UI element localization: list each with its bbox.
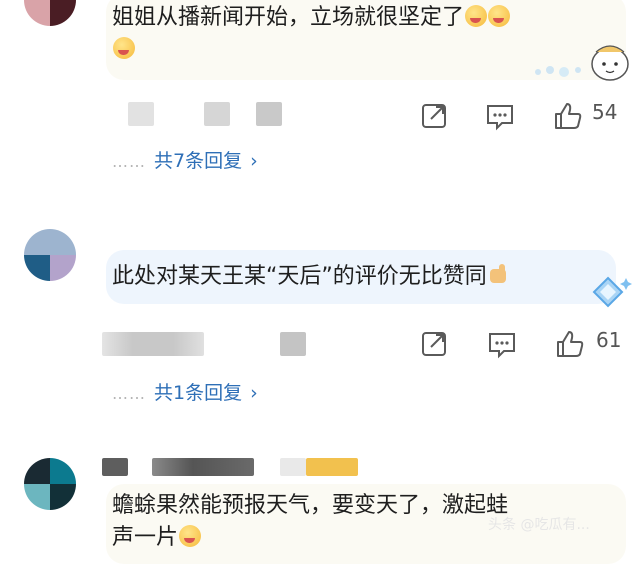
like-icon[interactable] [550,324,590,364]
comment-icon[interactable] [480,96,520,136]
diamond-decoration-icon [592,276,632,308]
action-bar: 54 [0,96,640,136]
replies-label: 共1条回复 [154,382,243,404]
blurred-username [102,458,128,476]
replies-label: 共7条回复 [154,150,243,172]
like-count: 61 [596,328,622,352]
share-icon[interactable] [414,324,454,364]
action-bar: 61 [0,324,640,364]
share-icon[interactable] [414,96,454,136]
view-replies-link[interactable]: …… 共7条回复 › [112,146,258,173]
face-emoji-icon [179,525,202,547]
bubble-decoration-icon [535,45,629,81]
comment-text-line-1: 蟾蜍果然能预报天气，要变天了，激起蛙 [112,493,509,518]
view-replies-link[interactable]: …… 共1条回复 › [112,378,258,405]
comment-text: 姐姐从播新闻开始，立场就很坚定了 [112,5,465,30]
blurred-badge [280,458,306,476]
comment-text-line-2: 声一片 [112,525,179,550]
face-emoji-icon [113,37,135,59]
blurred-badge [306,458,358,476]
chevron-right-icon: › [250,382,258,404]
watermark: 头条 @吃瓜有... [488,517,590,533]
blurred-username [152,458,254,476]
reply-dots: …… [112,152,146,171]
avatar[interactable] [24,458,76,510]
comment-text: 此处对某天王某“天后”的评价无比赞同 [112,264,487,289]
avatar[interactable] [24,229,76,281]
comment-icon[interactable] [482,324,522,364]
like-count: 54 [592,100,618,124]
chevron-right-icon: › [250,150,258,172]
face-emoji-icon [488,5,511,27]
avatar[interactable] [24,0,76,26]
thumbs-up-emoji-icon [487,264,511,286]
comment-bubble: 此处对某天王某“天后”的评价无比赞同 [106,250,616,304]
reply-dots: …… [112,384,146,403]
face-emoji-icon [465,5,488,27]
like-icon[interactable] [548,96,588,136]
